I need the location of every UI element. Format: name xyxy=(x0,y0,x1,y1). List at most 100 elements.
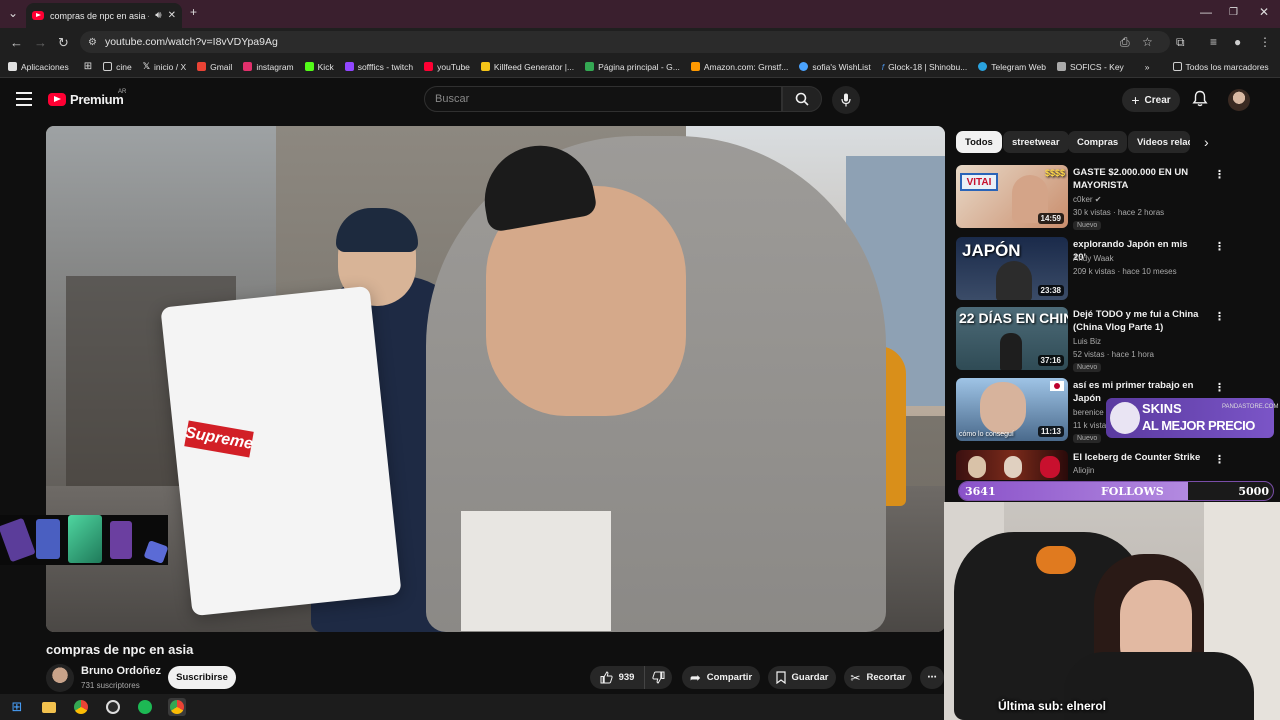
recommendation-item[interactable]: VITAI $$$$ 14:59 GASTE $2.000.000 EN UN … xyxy=(956,165,1226,230)
url-bar[interactable]: ⚙ youtube.com/watch?v=I8vVDYpa9Ag xyxy=(80,31,1170,53)
tab-search-icon[interactable]: ⌄ xyxy=(8,6,18,20)
thumb-person xyxy=(1000,333,1022,370)
install-app-icon[interactable]: ⎙ xyxy=(1120,35,1130,50)
subscribe-button[interactable]: Suscribirse xyxy=(168,666,236,689)
profile-icon[interactable]: ● xyxy=(1234,35,1241,49)
tab-audio-icon[interactable]: 🔊︎ xyxy=(155,10,161,21)
bookmark-item[interactable]: instagram xyxy=(243,62,294,72)
mic-icon xyxy=(841,93,851,107)
dislike-button[interactable] xyxy=(644,666,672,689)
chip-todos[interactable]: Todos xyxy=(956,131,1002,153)
bookmark-star-icon[interactable]: ☆ xyxy=(1142,35,1153,49)
recommendation-item[interactable]: El Iceberg de Counter Strike Aliojin ⋮ xyxy=(956,450,1226,480)
youtube-play-icon xyxy=(48,93,66,106)
clip-button[interactable]: ✂ Recortar xyxy=(844,666,912,689)
more-horizontal-icon: ⋯ xyxy=(927,672,937,683)
search-button[interactable] xyxy=(782,86,822,112)
new-badge: Nuevo xyxy=(1073,221,1102,230)
hamburger-menu-icon[interactable] xyxy=(16,92,32,106)
rec-title: El Iceberg de Counter Strike xyxy=(1073,452,1201,463)
forward-icon[interactable]: → xyxy=(34,35,47,50)
bookmark-item[interactable]: f Glock-18 | Shinobu... xyxy=(882,62,968,72)
last-sub-label: Última sub: elnerol xyxy=(998,699,1107,713)
video-thumbnail: JAPÓN 23:38 xyxy=(956,237,1068,300)
window-close-icon[interactable]: ✕ xyxy=(1259,5,1269,19)
bookmark-item[interactable]: sofia's WishList xyxy=(799,62,871,72)
video-thumbnail: 22 DÍAS EN CHINA 37:16 xyxy=(956,307,1068,370)
search-input[interactable]: Buscar xyxy=(424,86,782,112)
bookmark-item[interactable]: Aplicaciones xyxy=(8,62,69,72)
bookmark-item[interactable]: Kick xyxy=(304,62,334,72)
bookmark-item[interactable]: Página principal - G... xyxy=(585,62,680,72)
like-button[interactable]: 939 xyxy=(590,666,644,689)
rec-more-icon[interactable]: ⋮ xyxy=(1214,168,1225,181)
drive-icon xyxy=(585,62,595,71)
rec-meta: 30 k vistas · hace 2 horas xyxy=(1073,208,1165,217)
user-avatar[interactable] xyxy=(1228,89,1250,111)
save-button[interactable]: Guardar xyxy=(768,666,836,689)
recommendation-item[interactable]: JAPÓN 23:38 explorando Japón en mis 20' … xyxy=(956,237,1226,301)
bookmark-item[interactable]: youTube xyxy=(424,62,470,72)
rec-more-icon[interactable]: ⋮ xyxy=(1214,310,1225,323)
bookmark-item[interactable]: cine xyxy=(103,62,132,72)
recommendation-item[interactable]: 22 DÍAS EN CHINA 37:16 Dejé TODO y me fu… xyxy=(956,307,1226,372)
new-tab-icon[interactable]: + xyxy=(190,5,197,19)
rec-channel: berenice xyxy=(1073,408,1104,417)
card-pack xyxy=(0,517,36,563)
youtube-premium-logo[interactable]: Premium AR xyxy=(48,89,126,107)
channel-avatar[interactable] xyxy=(46,664,74,692)
tab-close-icon[interactable]: ✕ xyxy=(168,10,176,21)
chrome-icon[interactable] xyxy=(72,698,90,716)
rec-more-icon[interactable]: ⋮ xyxy=(1214,381,1225,394)
bookmark-item[interactable]: sofffics - twitch xyxy=(344,62,413,72)
card-pack xyxy=(143,540,169,564)
japan-flag-icon xyxy=(1050,381,1064,391)
rec-more-icon[interactable]: ⋮ xyxy=(1214,240,1225,253)
spotify-icon[interactable] xyxy=(136,698,154,716)
new-badge: Nuevo xyxy=(1073,434,1102,443)
notifications-bell-icon[interactable] xyxy=(1192,90,1208,107)
obs-icon[interactable] xyxy=(104,698,122,716)
browser-menu-icon[interactable]: ⋮ xyxy=(1259,35,1271,49)
bookmark-item[interactable]: Amazon.com: Grnstf... xyxy=(690,62,788,72)
subscriber-count: 731 suscriptores xyxy=(81,681,140,690)
folder-icon xyxy=(1172,62,1182,71)
thumbs-up-icon xyxy=(600,671,613,684)
browser-tab-strip: ⌄ compras de npc en asia - Y 🔊︎ ✕ + — ❐ … xyxy=(0,0,1280,28)
file-explorer-icon[interactable] xyxy=(40,698,58,716)
chip-videos-relacionados[interactable]: Videos relac xyxy=(1128,131,1190,153)
chip-streetwear[interactable]: streetwear xyxy=(1003,131,1069,153)
create-button[interactable]: + Crear xyxy=(1122,88,1180,112)
chip-compras[interactable]: Compras xyxy=(1068,131,1128,153)
bookmark-item[interactable]: SOFICS - Key xyxy=(1056,62,1124,72)
card-pack xyxy=(68,515,102,563)
chrome-active-icon[interactable] xyxy=(168,698,186,716)
windows-start-icon[interactable]: ⊞ xyxy=(8,698,26,716)
apps-grid-icon xyxy=(8,62,17,71)
video-player[interactable]: Supreme xyxy=(46,126,945,632)
bookmark-item[interactable]: 𝕏inicio / X xyxy=(143,61,186,72)
more-bookmarks-icon[interactable]: » xyxy=(1145,62,1150,72)
share-button[interactable]: ➦ Compartir xyxy=(682,666,760,689)
bookmark-item[interactable]: Telegram Web xyxy=(978,62,1046,72)
bookmark-item[interactable]: ⊞ xyxy=(84,61,92,72)
verified-check-icon: ✔ xyxy=(1094,195,1102,204)
more-actions-button[interactable]: ⋯ xyxy=(920,666,944,689)
all-bookmarks[interactable]: Todos los marcadores xyxy=(1172,62,1269,72)
bookmark-item[interactable]: Gmail xyxy=(197,62,232,72)
back-icon[interactable]: ← xyxy=(10,35,23,50)
channel-name[interactable]: Bruno Ordoñez xyxy=(81,665,161,677)
bookmark-item[interactable]: Killfeed Generator |... xyxy=(480,62,574,72)
media-controls-icon[interactable]: ≡ xyxy=(1210,35,1217,49)
restore-icon[interactable]: ❐ xyxy=(1229,7,1238,18)
voice-search-button[interactable] xyxy=(832,86,860,114)
rec-more-icon[interactable]: ⋮ xyxy=(1214,453,1225,466)
site-info-icon[interactable]: ⚙ xyxy=(88,37,97,48)
reload-icon[interactable]: ↻ xyxy=(58,35,69,51)
chevron-right-icon[interactable]: › xyxy=(1204,134,1209,150)
new-badge: Nuevo xyxy=(1073,363,1102,372)
browser-tab-active[interactable]: compras de npc en asia - Y 🔊︎ ✕ xyxy=(26,3,182,28)
minimize-icon[interactable]: — xyxy=(1200,5,1212,19)
x-logo-icon: 𝕏 xyxy=(142,61,150,71)
extensions-icon[interactable]: ⧉ xyxy=(1176,35,1185,50)
